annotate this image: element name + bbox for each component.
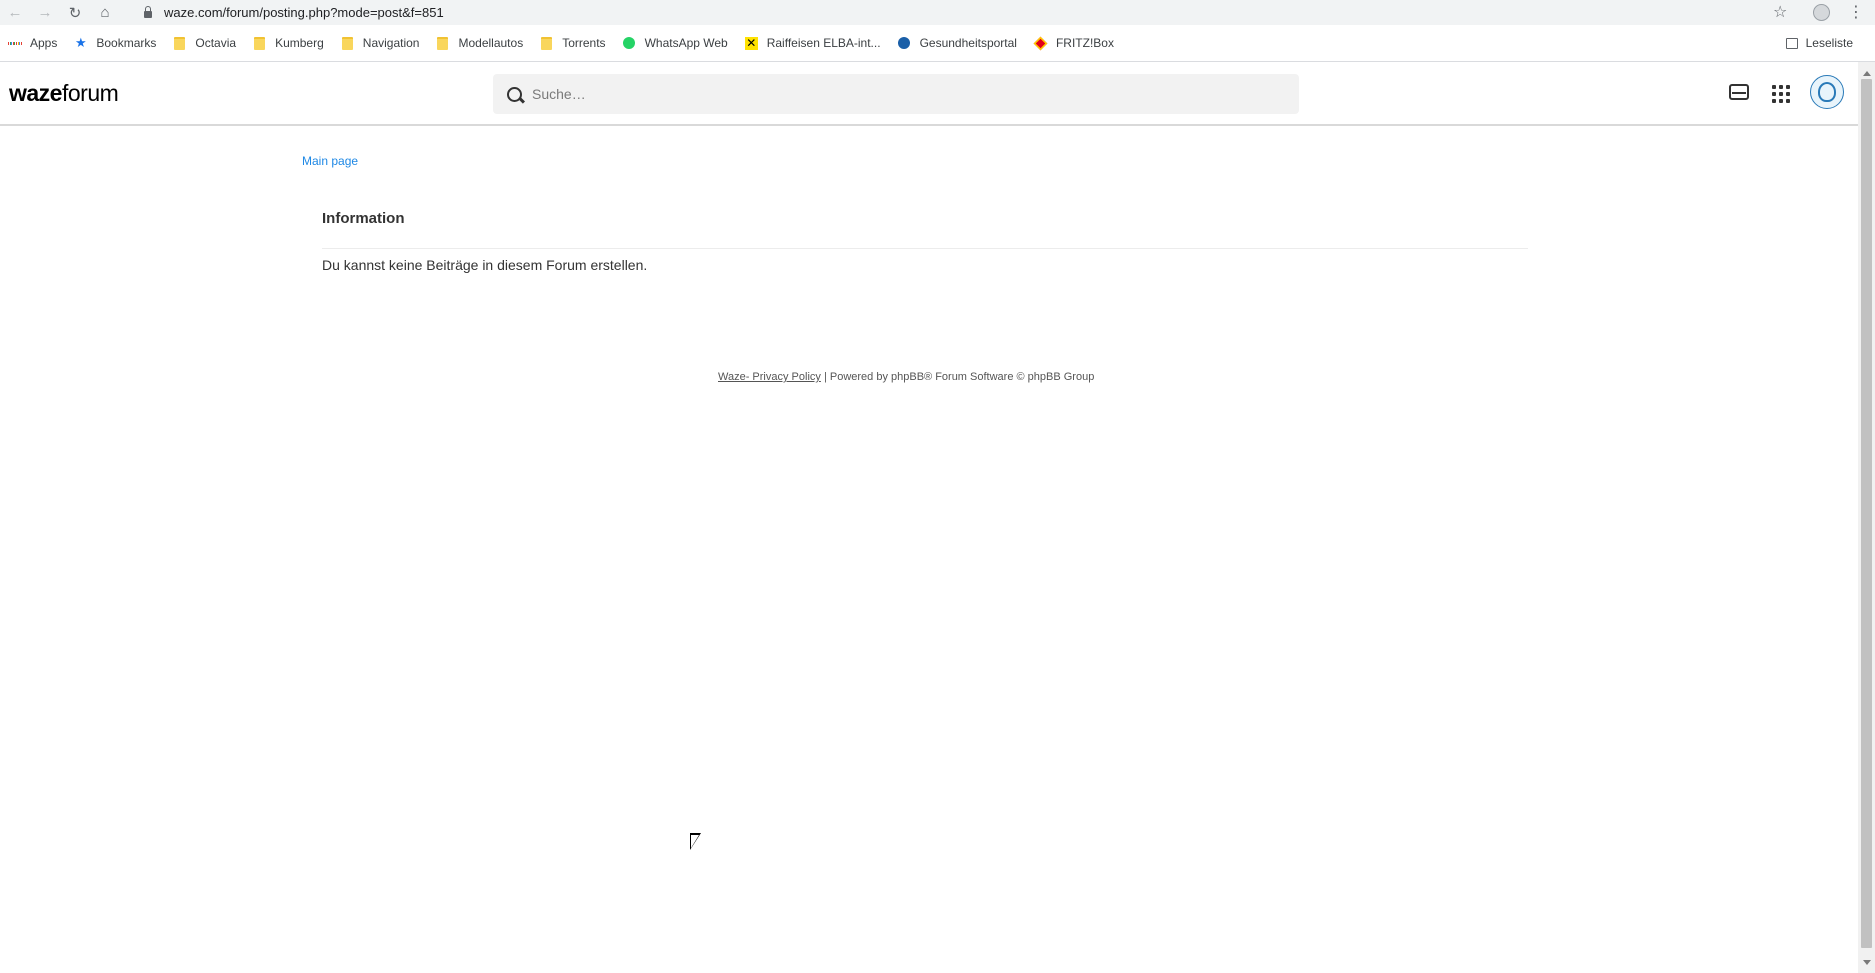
whatsapp-icon <box>623 37 636 49</box>
menu-icon[interactable]: ⋮ <box>1848 2 1864 22</box>
bookmark-octavia[interactable]: Octavia <box>165 31 245 55</box>
breadcrumb-main-page[interactable]: Main page <box>302 154 358 168</box>
raiffeisen-icon: ✕ <box>744 35 758 50</box>
url-text[interactable]: waze.com/forum/posting.php?mode=post&f=8… <box>164 5 444 20</box>
scroll-up-icon[interactable] <box>1858 66 1875 76</box>
bookmark-whatsapp[interactable]: WhatsApp Web <box>615 31 737 55</box>
bookmarks-bar: Apps ★ Bookmarks Octavia Kumberg Navigat… <box>0 31 1875 55</box>
star-icon[interactable]: ☆ <box>1773 2 1787 22</box>
back-icon[interactable]: ← <box>0 0 30 25</box>
privacy-policy-link[interactable]: Waze- Privacy Policy <box>718 371 821 383</box>
scroll-down-icon[interactable] <box>1858 960 1875 970</box>
footer: Waze- Privacy Policy | Powered by phpBB®… <box>718 371 1094 383</box>
bookmark-label: Raiffeisen ELBA-int... <box>766 36 881 50</box>
bookmark-torrents[interactable]: Torrents <box>532 31 614 55</box>
bookmark-label: Bookmarks <box>96 36 157 50</box>
bookmark-label: Navigation <box>362 36 420 50</box>
bookmark-navigation[interactable]: Navigation <box>333 31 429 55</box>
search-input[interactable] <box>532 86 1272 102</box>
bookmark-raiffeisen[interactable]: ✕ Raiffeisen ELBA-int... <box>737 31 890 55</box>
bookmark-label: Kumberg <box>275 36 324 50</box>
bookmark-bookmarks[interactable]: ★ Bookmarks <box>66 31 165 55</box>
bookmark-label: Torrents <box>562 36 606 50</box>
bookmark-label: Gesundheitsportal <box>919 36 1017 50</box>
bookmark-modellautos[interactable]: Modellautos <box>428 31 532 55</box>
search-box[interactable] <box>493 74 1299 114</box>
bookmark-apps[interactable]: Apps <box>0 31 66 55</box>
browser-toolbar: ← → ↻ ⌂ waze.com/forum/posting.php?mode=… <box>0 0 1875 25</box>
home-icon[interactable]: ⌂ <box>90 0 120 25</box>
forward-icon[interactable]: → <box>30 0 60 25</box>
divider <box>322 248 1528 249</box>
page-title: Information <box>322 210 405 227</box>
profile-icon[interactable] <box>1813 4 1830 21</box>
apps-grid-icon[interactable] <box>1772 85 1790 103</box>
folder-icon <box>254 36 266 50</box>
apps-icon <box>8 37 21 50</box>
folder-icon <box>341 36 353 50</box>
waze-forum-logo[interactable]: wazeforum <box>9 80 119 107</box>
reading-list-label: Leseliste <box>1805 36 1853 50</box>
gesundheitsportal-icon <box>898 37 911 49</box>
bookmark-label: Modellautos <box>458 36 524 50</box>
avatar[interactable] <box>1810 75 1844 109</box>
bookmark-label: Octavia <box>195 36 237 50</box>
logo-bold-text: waze <box>9 80 62 106</box>
folder-icon <box>437 36 449 50</box>
powered-by-text: | Powered by phpBB® Forum Software © php… <box>820 371 1095 383</box>
star-icon: ★ <box>75 35 87 50</box>
search-icon <box>507 86 522 102</box>
fritzbox-icon <box>1033 36 1048 50</box>
bookmark-label: Apps <box>30 36 58 50</box>
info-message: Du kannst keine Beiträge in diesem Forum… <box>322 257 648 273</box>
mouse-cursor-icon <box>690 833 701 850</box>
reload-icon[interactable]: ↻ <box>60 0 90 25</box>
site-header: wazeforum <box>0 62 1858 126</box>
bookmark-label: WhatsApp Web <box>644 36 728 50</box>
folder-icon <box>174 36 186 50</box>
reading-list-icon <box>1785 37 1798 49</box>
lock-icon[interactable] <box>144 6 152 18</box>
folder-icon <box>541 36 553 50</box>
address-bar[interactable]: waze.com/forum/posting.php?mode=post&f=8… <box>130 1 1800 24</box>
logo-light-text: forum <box>61 80 119 106</box>
scrollbar-thumb[interactable] <box>1861 79 1872 948</box>
bookmark-label: FRITZ!Box <box>1055 36 1114 50</box>
bookmark-kumberg[interactable]: Kumberg <box>245 31 333 55</box>
bookmark-fritzbox[interactable]: FRITZ!Box <box>1026 31 1123 55</box>
bookmark-gesundheitsportal[interactable]: Gesundheitsportal <box>890 31 1026 55</box>
reading-list-button[interactable]: Leseliste <box>1785 31 1853 55</box>
inbox-icon[interactable] <box>1729 84 1749 100</box>
scrollbar[interactable] <box>1858 62 1875 973</box>
